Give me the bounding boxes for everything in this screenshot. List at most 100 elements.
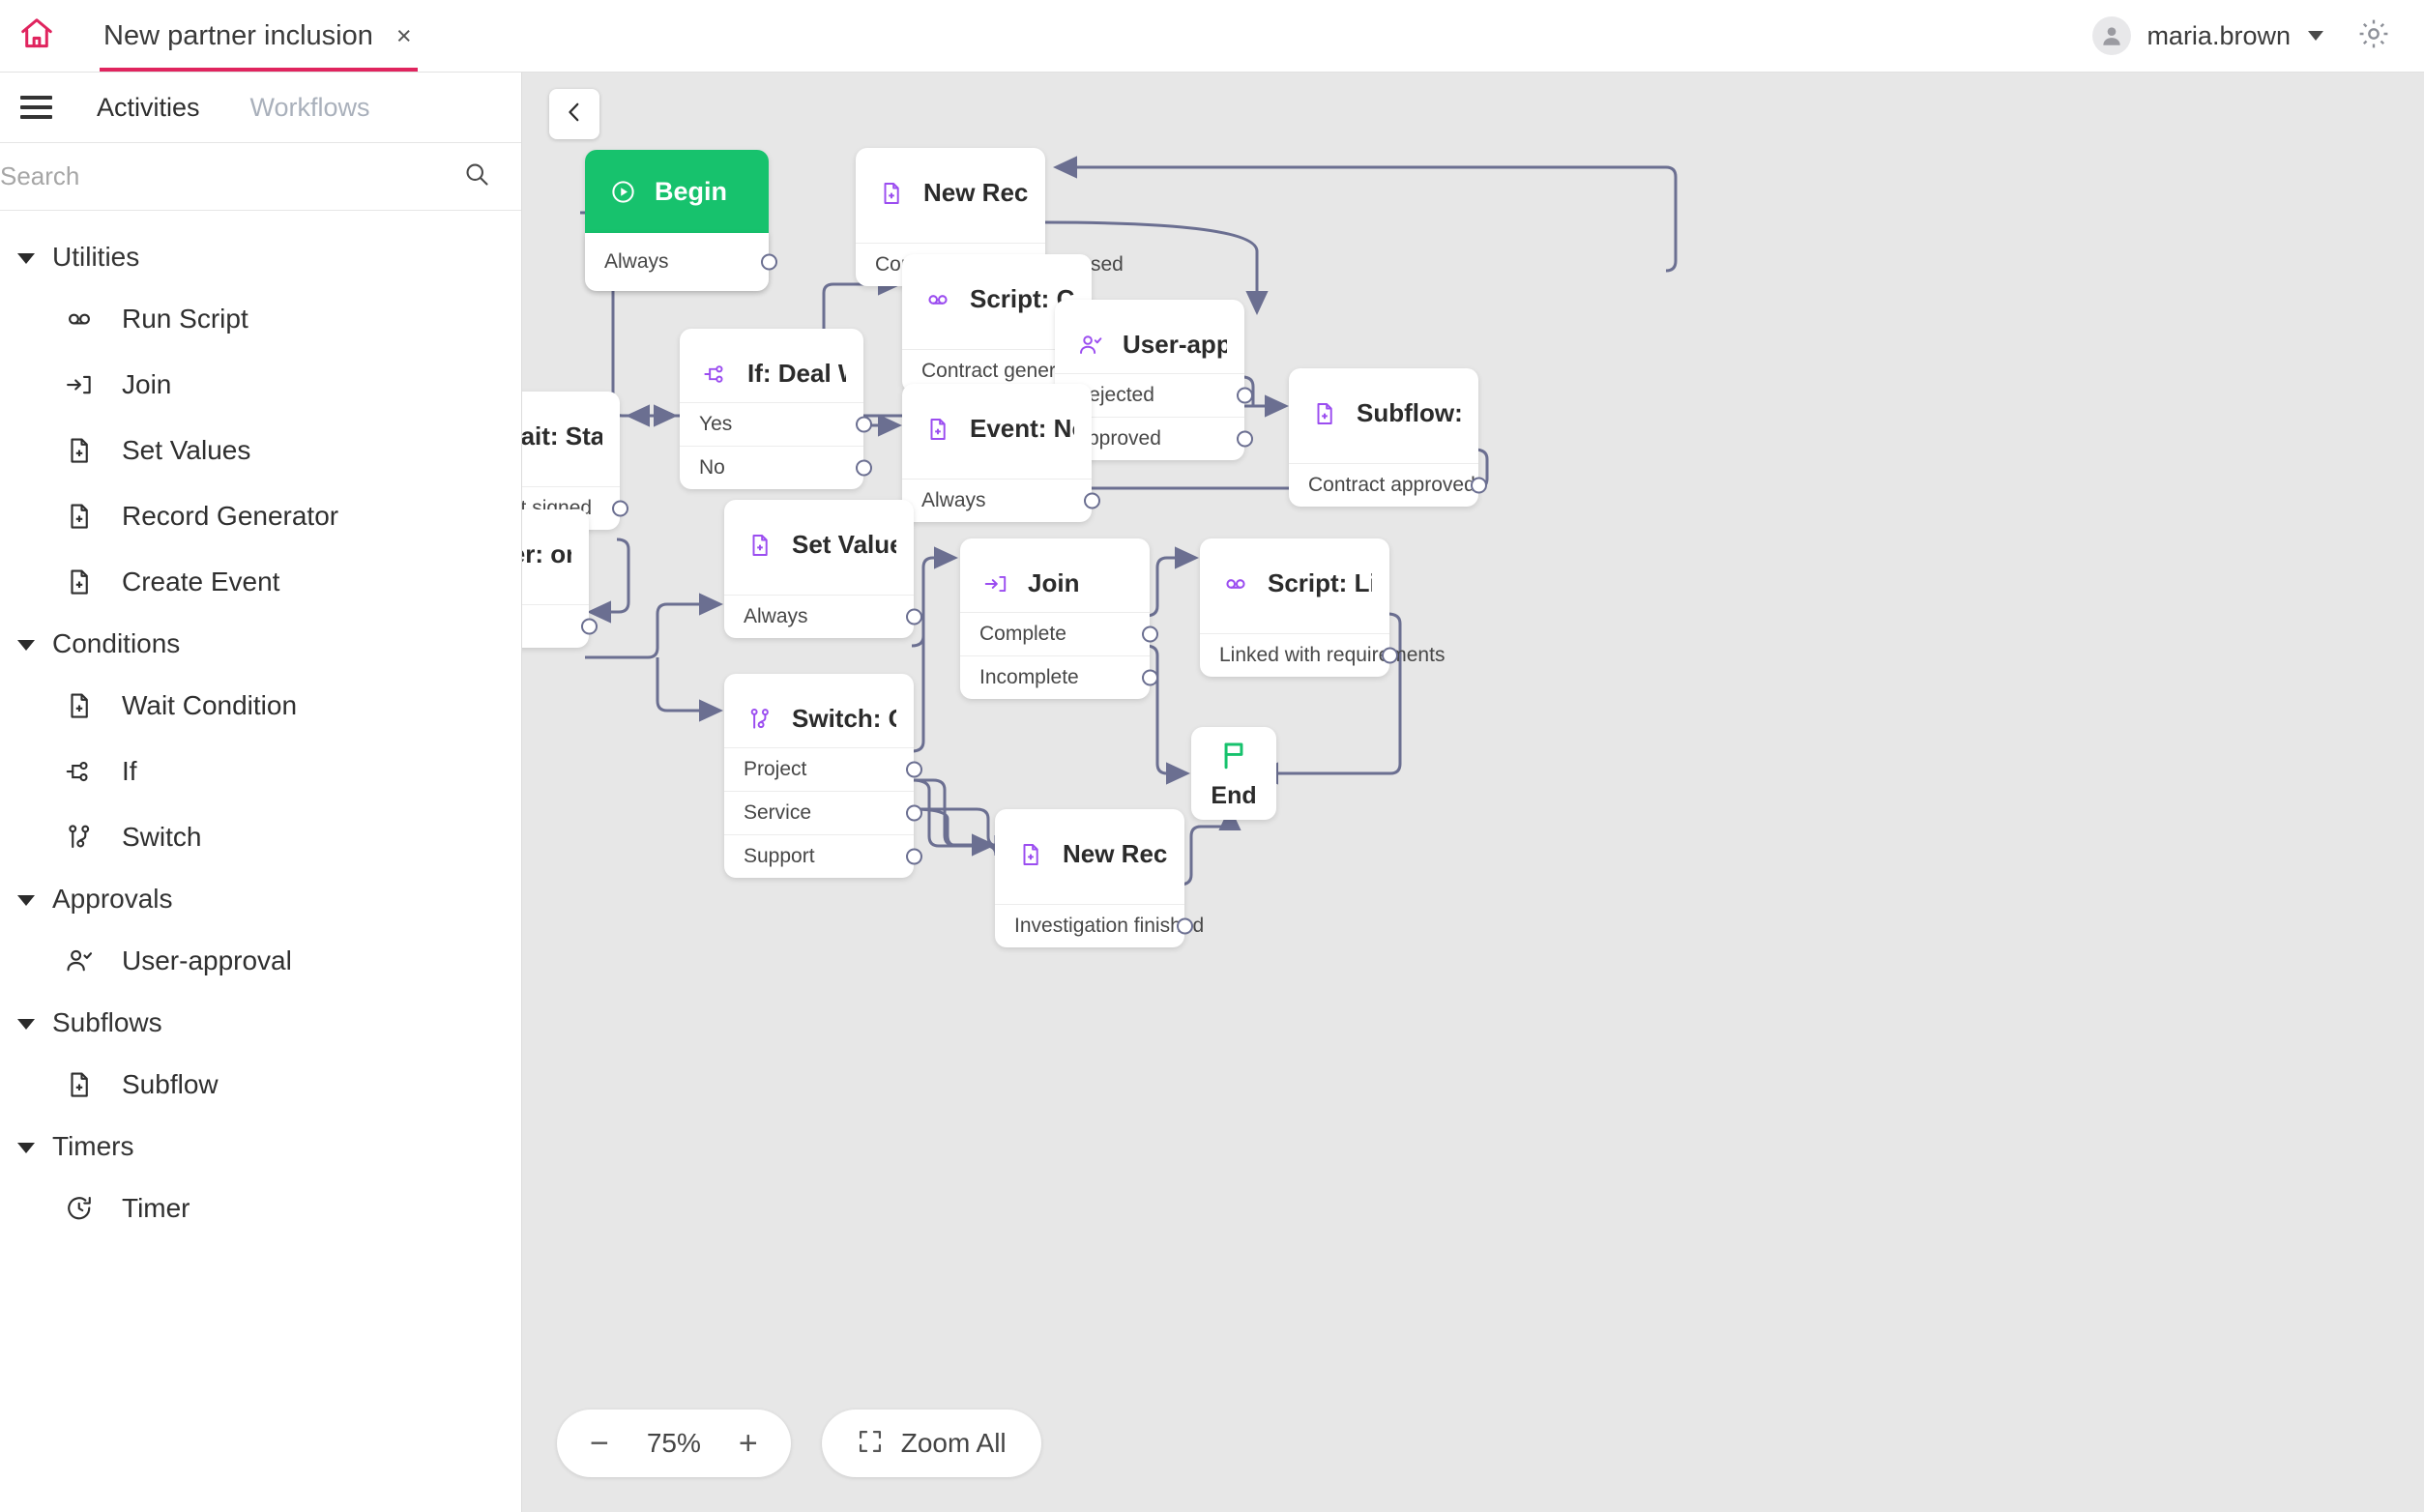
chevron-down-icon: [17, 1143, 35, 1153]
node-header: New Record: Inv...: [995, 809, 1184, 883]
tree-item-create-event[interactable]: Create Event: [0, 549, 521, 615]
node-event-notify-agent[interactable]: Event: Notify agent Always: [902, 384, 1092, 522]
output-port[interactable]: [612, 501, 628, 517]
top-bar-right: maria.brown: [2092, 0, 2424, 72]
node-if-deal-won[interactable]: If: Deal Won Yes No: [680, 329, 863, 489]
zoom-stepper: − 75% +: [557, 1410, 791, 1477]
tree-item-wait-condition[interactable]: Wait Condition: [0, 673, 521, 739]
tree-group-utilities[interactable]: Utilities: [0, 228, 521, 286]
tree-group-timers[interactable]: Timers: [0, 1118, 521, 1176]
node-set-values-partner[interactable]: Set Values: Partner Always: [724, 500, 914, 638]
node-output-row[interactable]: Investigation finished: [995, 904, 1184, 947]
output-port[interactable]: [906, 849, 922, 865]
node-output-row[interactable]: Always: [585, 233, 769, 291]
output-port[interactable]: [906, 805, 922, 822]
search-icon[interactable]: [463, 160, 490, 192]
node-output-row[interactable]: Always: [902, 479, 1092, 522]
home-icon: [18, 15, 55, 57]
output-port[interactable]: [1237, 431, 1253, 448]
tree-group-subflows[interactable]: Subflows: [0, 994, 521, 1052]
output-port[interactable]: [906, 609, 922, 625]
node-title: Subflow: Partner ...: [1357, 398, 1461, 428]
tree-item-run-script[interactable]: Run Script: [0, 286, 521, 352]
output-label: Always: [921, 489, 986, 512]
output-port[interactable]: [1382, 648, 1398, 664]
node-output-row[interactable]: Yes: [680, 402, 863, 446]
node-subflow-partner[interactable]: Subflow: Partner ... Contract approved: [1289, 368, 1478, 507]
output-port[interactable]: [856, 417, 872, 433]
tab-activities[interactable]: Activities: [72, 93, 225, 123]
node-output-row[interactable]: Incomplete: [960, 655, 1150, 699]
tree-item-set-values[interactable]: Set Values: [0, 418, 521, 483]
document-tab-title: New partner inclusion: [103, 20, 373, 52]
tree-item-subflow[interactable]: Subflow: [0, 1052, 521, 1118]
node-output-row[interactable]: Contract approved: [1289, 463, 1478, 507]
tree-group-conditions[interactable]: Conditions: [0, 615, 521, 673]
tab-workflows[interactable]: Workflows: [225, 93, 395, 123]
output-port[interactable]: [1237, 388, 1253, 404]
switch-icon: [744, 703, 776, 736]
tree-group-approvals[interactable]: Approvals: [0, 870, 521, 928]
output-port[interactable]: [1142, 626, 1158, 643]
output-port[interactable]: [856, 460, 872, 477]
node-body: [902, 457, 1092, 479]
zoom-out-button[interactable]: −: [590, 1427, 609, 1460]
close-icon[interactable]: ×: [396, 23, 412, 49]
node-new-record-investigation[interactable]: New Record: Inv... Investigation finishe…: [995, 809, 1184, 947]
chevron-down-icon: [17, 253, 35, 264]
output-port[interactable]: [761, 254, 777, 271]
zoom-in-button[interactable]: +: [739, 1427, 758, 1460]
node-header: User-approval: C...: [1055, 300, 1244, 373]
tree-item-label: Create Event: [122, 567, 279, 597]
document-tab[interactable]: New partner inclusion ×: [73, 0, 439, 72]
panel-tab-bar: Activities Workflows: [0, 73, 521, 143]
node-begin[interactable]: Begin Always: [585, 150, 769, 291]
home-button[interactable]: [0, 0, 73, 72]
tree-item-label: Switch: [122, 822, 201, 853]
tree-item-switch[interactable]: Switch: [0, 804, 521, 870]
output-port[interactable]: [1471, 478, 1487, 494]
tree-item-record-generator[interactable]: Record Generator: [0, 483, 521, 549]
timer-icon: [60, 1189, 99, 1228]
node-output-row[interactable]: Always: [724, 595, 914, 638]
search-input[interactable]: [0, 161, 463, 191]
tree-item-if[interactable]: If: [0, 739, 521, 804]
hamburger-icon[interactable]: [0, 96, 72, 119]
chevron-down-icon: [17, 1019, 35, 1030]
node-output-row[interactable]: Support: [724, 834, 914, 878]
output-label: No: [699, 456, 725, 480]
zoom-controls: − 75% + Zoom All: [557, 1410, 1041, 1477]
node-output-row[interactable]: Linked with requirements: [1200, 633, 1389, 677]
zoom-all-button[interactable]: Zoom All: [822, 1410, 1041, 1477]
node-timer-one-week[interactable]: Timer: one week Always: [522, 509, 589, 648]
node-header: If: Deal Won: [680, 329, 863, 402]
tree-item-user-approval[interactable]: User-approval: [0, 928, 521, 994]
node-switch-contract-type[interactable]: Switch: Contract ... Project Service Sup…: [724, 674, 914, 878]
node-output-row[interactable]: Always: [522, 604, 589, 648]
gear-icon[interactable]: [2356, 16, 2391, 56]
node-header: Subflow: Partner ...: [1289, 368, 1478, 442]
output-port[interactable]: [1177, 918, 1193, 935]
tree-item-label: Run Script: [122, 304, 248, 334]
output-port[interactable]: [1142, 670, 1158, 686]
tree-item-timer[interactable]: Timer: [0, 1176, 521, 1241]
script-icon: [60, 300, 99, 338]
chevron-down-icon: [2308, 31, 2323, 41]
tree-item-join[interactable]: Join: [0, 352, 521, 418]
workflow-canvas[interactable]: Begin Always If: Deal Won Yes No: [522, 73, 2424, 1512]
node-title: Join: [1028, 568, 1079, 598]
node-output-row[interactable]: No: [680, 446, 863, 489]
node-script-link-requirements[interactable]: Script: Link Requi... Linked with requir…: [1200, 538, 1389, 677]
node-output-row[interactable]: Service: [724, 791, 914, 834]
node-title: New Record: Cha...: [923, 178, 1028, 208]
node-header: New Record: Cha...: [856, 148, 1045, 221]
output-port[interactable]: [906, 762, 922, 778]
user-menu[interactable]: maria.brown: [2092, 16, 2323, 55]
node-output-row[interactable]: Complete: [960, 612, 1150, 655]
node-output-row[interactable]: Project: [724, 747, 914, 791]
node-end[interactable]: End: [1191, 727, 1276, 820]
activity-tree: Utilities Run Script Join: [0, 211, 521, 1241]
node-join[interactable]: Join Complete Incomplete: [960, 538, 1150, 699]
output-port[interactable]: [1084, 493, 1100, 509]
output-port[interactable]: [581, 619, 598, 635]
